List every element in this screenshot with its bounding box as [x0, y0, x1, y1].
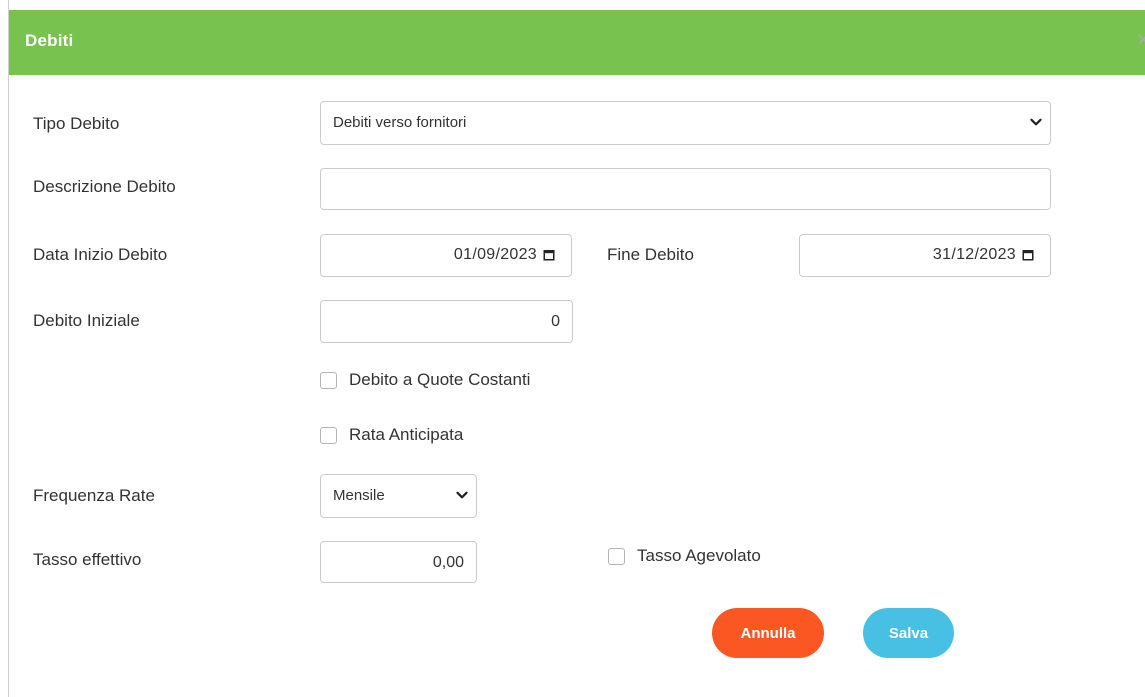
frequenza-rate-select[interactable]: Mensile [320, 474, 477, 518]
tasso-effettivo-value: 0,00 [432, 554, 464, 571]
tasso-agevolato-option[interactable]: Tasso Agevolato [608, 546, 761, 566]
modal-title: Debiti [25, 31, 74, 50]
fine-debito-label: Fine Debito [607, 245, 694, 264]
debito-iniziale-label: Debito Iniziale [33, 311, 140, 330]
data-inizio-debito-value: 01/09/2023 [453, 246, 537, 263]
quote-costanti-option[interactable]: Debito a Quote Costanti [320, 370, 530, 390]
tipo-debito-value: Debiti verso fornitori [333, 114, 467, 131]
rata-anticipata-label: Rata Anticipata [349, 425, 464, 444]
tasso-effettivo-label: Tasso effettivo [33, 550, 142, 569]
debito-iniziale-value: 0 [551, 313, 560, 330]
tasso-agevolato-checkbox[interactable] [608, 547, 625, 565]
frequenza-rate-value: Mensile [333, 487, 385, 504]
debito-iniziale-input[interactable]: 0 [320, 300, 573, 343]
fine-debito-value: 31/12/2023 [932, 246, 1016, 263]
quote-costanti-label: Debito a Quote Costanti [349, 370, 531, 389]
calendar-icon[interactable] [1022, 249, 1034, 261]
chevron-down-icon [1030, 118, 1042, 126]
tipo-debito-select[interactable]: Debiti verso fornitori [320, 101, 1051, 145]
quote-costanti-checkbox[interactable] [320, 371, 337, 389]
tipo-debito-label: Tipo Debito [33, 114, 120, 133]
rata-anticipata-checkbox[interactable] [320, 426, 337, 444]
fine-debito-input[interactable]: 31/12/2023 [799, 234, 1051, 277]
descrizione-debito-input[interactable] [320, 168, 1051, 210]
calendar-icon[interactable] [543, 249, 555, 261]
data-inizio-debito-label: Data Inizio Debito [33, 245, 168, 264]
annulla-button[interactable]: Annulla [712, 608, 824, 658]
data-inizio-debito-input[interactable]: 01/09/2023 [320, 234, 572, 277]
close-icon[interactable]: × [1137, 30, 1145, 50]
rata-anticipata-option[interactable]: Rata Anticipata [320, 425, 463, 445]
descrizione-debito-label: Descrizione Debito [33, 177, 176, 196]
frequenza-rate-label: Frequenza Rate [33, 486, 155, 505]
modal-header: Debiti × [9, 10, 1145, 75]
salva-button[interactable]: Salva [863, 608, 954, 658]
tasso-agevolato-label: Tasso Agevolato [637, 546, 761, 565]
background-edge [0, 0, 9, 697]
chevron-down-icon [456, 491, 468, 499]
tasso-effettivo-input[interactable]: 0,00 [320, 541, 477, 583]
